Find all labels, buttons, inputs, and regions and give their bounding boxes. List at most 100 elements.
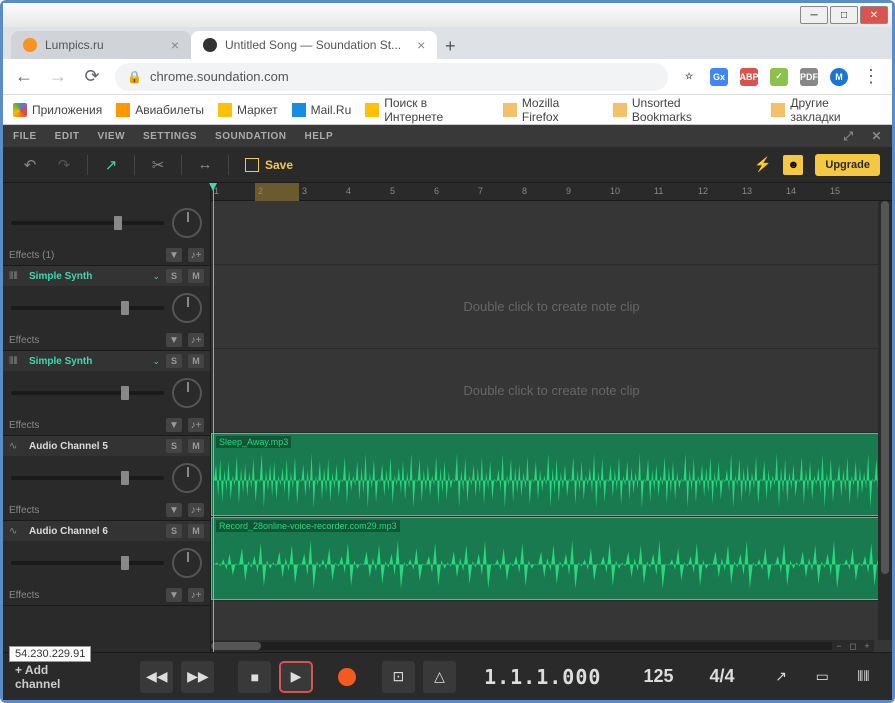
zoom-out-icon[interactable]: −: [832, 640, 846, 652]
menu-settings[interactable]: SETTINGS: [143, 131, 197, 142]
back-button[interactable]: ←: [13, 66, 35, 87]
mute-button[interactable]: M: [188, 439, 204, 453]
chevron-icon[interactable]: ⌄: [152, 356, 160, 367]
close-window-button[interactable]: ✕: [860, 6, 888, 24]
volume-slider[interactable]: [11, 561, 164, 565]
piano-icon[interactable]: ⦀⦀: [847, 661, 880, 693]
other-bookmarks[interactable]: Другие закладки: [771, 96, 882, 124]
effects-row[interactable]: Effects▼♪+: [3, 500, 210, 520]
time-display[interactable]: 1.1.1.000: [484, 665, 601, 689]
audio-clip[interactable]: Sleep_Away.mp3: [211, 433, 892, 516]
fx-add-icon[interactable]: ♪+: [188, 333, 204, 347]
reload-button[interactable]: ⟳: [81, 66, 103, 87]
new-tab-button[interactable]: +: [437, 33, 463, 59]
fx-add-icon[interactable]: ♪+: [188, 588, 204, 602]
fx-add-icon[interactable]: ♪+: [188, 248, 204, 262]
bookmark-folder[interactable]: Unsorted Bookmarks: [613, 96, 744, 124]
zoom-in-icon[interactable]: +: [860, 640, 874, 652]
close-tab-icon[interactable]: ×: [171, 37, 179, 53]
synth-lane-1[interactable]: Double click to create note clip: [211, 265, 892, 349]
pan-knob[interactable]: [172, 548, 202, 578]
solo-button[interactable]: S: [166, 524, 182, 538]
fx-dropdown-icon[interactable]: ▼: [166, 588, 182, 602]
bpm-display[interactable]: 125: [643, 666, 673, 687]
mute-button[interactable]: M: [188, 269, 204, 283]
feedback-icon[interactable]: ☻: [783, 155, 803, 175]
timeline[interactable]: 123456789101112131415 Double click to cr…: [211, 183, 892, 652]
mute-button[interactable]: M: [188, 524, 204, 538]
translate-icon[interactable]: Gx: [710, 68, 728, 86]
profile-icon[interactable]: M: [830, 68, 848, 86]
pan-knob[interactable]: [172, 463, 202, 493]
maximize-button[interactable]: □: [830, 6, 858, 24]
fx-dropdown-icon[interactable]: ▼: [166, 248, 182, 262]
metronome-button[interactable]: △: [423, 661, 456, 693]
redo-button[interactable]: ↷: [49, 151, 79, 179]
save-button[interactable]: Save: [237, 158, 301, 172]
solo-button[interactable]: S: [166, 354, 182, 368]
cut-tool[interactable]: ✂: [143, 151, 173, 179]
share-icon[interactable]: ↗: [765, 661, 798, 693]
bookmark-folder[interactable]: Mozilla Firefox: [503, 96, 599, 124]
volume-slider[interactable]: [11, 391, 164, 395]
solo-button[interactable]: S: [166, 269, 182, 283]
track-header[interactable]: ⦀⦀ Simple Synth ⌄ S M: [3, 266, 210, 286]
bookmark-item[interactable]: Маркет: [218, 103, 278, 117]
effects-row[interactable]: Effects▼♪+: [3, 585, 210, 605]
mute-button[interactable]: M: [188, 354, 204, 368]
audio-lane-6[interactable]: Record_28online-voice-recorder.com29.mp3: [211, 517, 892, 601]
fx-add-icon[interactable]: ♪+: [188, 503, 204, 517]
volume-slider[interactable]: [11, 221, 164, 225]
menu-file[interactable]: FILE: [13, 131, 37, 142]
fast-forward-button[interactable]: ▶▶: [181, 661, 214, 693]
menu-help[interactable]: HELP: [305, 131, 334, 142]
menu-view[interactable]: VIEW: [97, 131, 125, 142]
effects-row[interactable]: Effects (1) ▼ ♪+: [3, 245, 210, 265]
pdf-icon[interactable]: PDF: [800, 68, 818, 86]
fx-dropdown-icon[interactable]: ▼: [166, 333, 182, 347]
pan-knob[interactable]: [172, 208, 202, 238]
bookmark-item[interactable]: Mail.Ru: [292, 103, 352, 117]
master-lane[interactable]: [211, 201, 892, 265]
solo-button[interactable]: S: [166, 439, 182, 453]
rewind-button[interactable]: ◀◀: [140, 661, 173, 693]
upgrade-button[interactable]: Upgrade: [815, 154, 880, 176]
panel-icon[interactable]: ▭: [806, 661, 839, 693]
browser-tab-lumpics[interactable]: Lumpics.ru ×: [11, 31, 191, 59]
fx-add-icon[interactable]: ♪+: [188, 418, 204, 432]
browser-tab-soundation[interactable]: Untitled Song — Soundation St... ×: [191, 31, 437, 59]
stop-button[interactable]: ■: [238, 661, 271, 693]
zoom-fit-icon[interactable]: ◻: [846, 640, 860, 652]
ruler[interactable]: 123456789101112131415: [211, 183, 892, 201]
horizontal-scrollbar[interactable]: − ◻ +: [211, 640, 874, 652]
vertical-scrollbar[interactable]: [878, 201, 892, 640]
play-button[interactable]: ▶: [279, 661, 312, 693]
close-tab-icon[interactable]: ×: [417, 37, 425, 53]
apps-bookmark[interactable]: Приложения: [13, 103, 102, 117]
forward-button[interactable]: →: [47, 66, 69, 87]
synth-lane-2[interactable]: Double click to create note clip: [211, 349, 892, 433]
menu-edit[interactable]: EDIT: [55, 131, 80, 142]
volume-slider[interactable]: [11, 476, 164, 480]
ext-icon[interactable]: ✓: [770, 68, 788, 86]
audio-lane-5[interactable]: Sleep_Away.mp3: [211, 433, 892, 517]
lightning-icon[interactable]: ⚡: [754, 156, 771, 173]
chevron-icon[interactable]: ⌄: [152, 271, 160, 282]
undo-button[interactable]: ↶: [15, 151, 45, 179]
time-signature[interactable]: 4/4: [709, 666, 734, 687]
menu-icon[interactable]: ⋮: [860, 66, 882, 87]
expand-icon[interactable]: ⤢: [843, 129, 853, 144]
pan-knob[interactable]: [172, 378, 202, 408]
minimize-button[interactable]: ─: [800, 6, 828, 24]
pan-knob[interactable]: [172, 293, 202, 323]
effects-row[interactable]: Effects▼♪+: [3, 415, 210, 435]
record-button[interactable]: [338, 668, 356, 686]
effects-row[interactable]: Effects▼♪+: [3, 330, 210, 350]
track-header[interactable]: ∿ Audio Channel 6 S M: [3, 521, 210, 541]
close-app-icon[interactable]: ✕: [871, 129, 882, 143]
url-field[interactable]: 🔒 chrome.soundation.com: [115, 63, 668, 91]
bookmark-item[interactable]: Авиабилеты: [116, 103, 204, 117]
track-header[interactable]: ⦀⦀ Simple Synth ⌄ S M: [3, 351, 210, 371]
star-icon[interactable]: ☆: [680, 68, 698, 86]
track-header[interactable]: ∿ Audio Channel 5 S M: [3, 436, 210, 456]
